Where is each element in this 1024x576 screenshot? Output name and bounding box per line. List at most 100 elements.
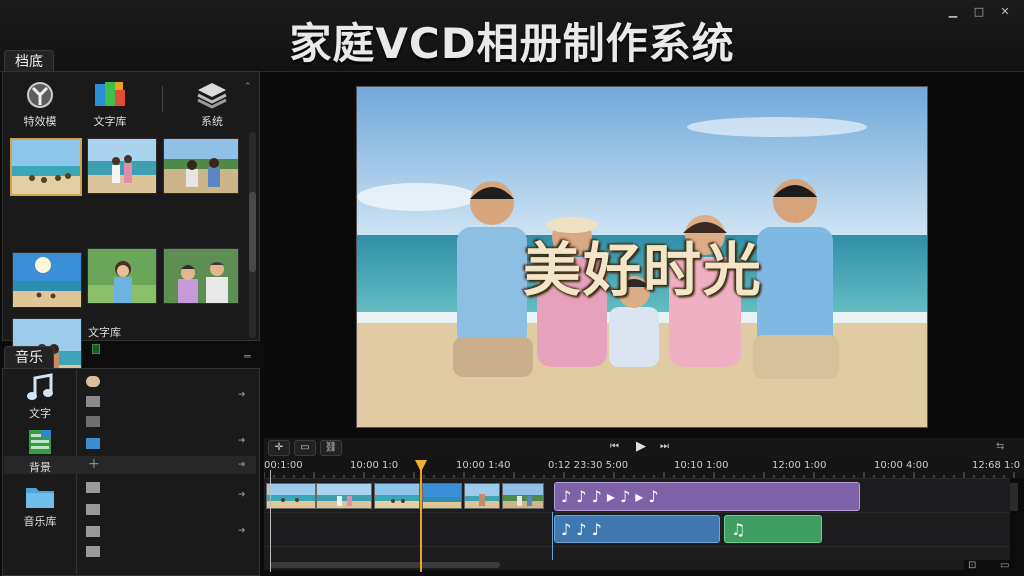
folder-icon [86,482,100,493]
music-library-folder-icon [26,488,54,508]
tool-effects-label: 特效模 [23,115,57,128]
split-clip-button[interactable]: ▭ [294,440,316,456]
video-track: ♪ ♪ ♪ ▸ ♪ ▸ ♪ [264,478,1018,512]
row-action-icon[interactable]: ➜ [238,490,248,500]
tab-gallery[interactable]: 档底 [4,50,54,72]
music-menu-icon[interactable]: ═ [244,350,251,363]
beach-photo-thumb [12,140,80,194]
empty-track [264,546,1010,560]
thumbnail[interactable] [12,252,82,308]
audio-track: ♪ ♪ ♪ ♫ [264,512,1010,546]
playhead-handle[interactable] [415,460,427,472]
play-button[interactable]: ▶ [636,439,646,454]
row-action-icon[interactable]: ➜ [238,460,248,470]
folder-icon [86,438,100,449]
clip-thumb [267,484,315,508]
music-note-icon [27,373,53,400]
film-icon [86,416,100,427]
system-layers-icon [197,83,227,109]
music-tool-library[interactable]: 音乐库 [8,482,72,529]
fit-view-icon[interactable]: ⊡ [968,560,976,571]
ruler-label: 12:00 1:00 [772,460,827,471]
fullscreen-icon[interactable]: ▭ [1000,560,1009,571]
video-clip[interactable] [422,483,462,509]
library-scrollbar-thumb[interactable] [249,192,256,272]
tool-divider [162,86,163,112]
ruler-label: 10:00 1:40 [456,460,511,471]
thumbnail[interactable] [163,138,239,194]
clip-thumb [375,484,419,508]
beach-family-thumb [88,139,156,193]
library-scrollbar[interactable] [249,132,256,338]
folder-icon [86,504,100,515]
clip-boundary-marker [552,512,553,560]
music-tool-background-label: 背景 [29,461,51,474]
folder-icon [86,526,100,537]
audio-clip-green[interactable]: ♫ [724,515,822,543]
clip-thumb [465,484,499,508]
photo-caption-text: 美好时光 [522,236,763,304]
ruler-label: 12:68 1:0 [972,460,1021,471]
previous-frame-button[interactable]: ⏮ [610,441,619,452]
thumbnail[interactable] [87,138,157,194]
tool-system-label: 系统 [201,115,223,128]
ruler-label: 10:00 4:00 [874,460,929,471]
row-action-icon[interactable]: ➜ [238,436,248,446]
track-scrollbar[interactable] [1010,483,1018,511]
thumbnail[interactable] [87,248,157,304]
video-clip[interactable] [266,483,316,509]
minimize-button[interactable]: ▁ [944,4,962,20]
effects-icon [27,82,53,108]
playhead-line[interactable] [420,460,422,572]
link-clip-button[interactable]: ⛓ [320,440,342,456]
background-icon [29,430,51,454]
thumbnail[interactable] [163,248,239,304]
add-clip-button[interactable]: ✛ [268,440,290,456]
clip-thumb [503,484,543,508]
video-clip[interactable] [374,483,420,509]
library-label: 文字库 [88,326,121,339]
preview-photo: 美好时光 [356,86,928,428]
tool-text-library-label: 文字库 [93,115,127,128]
tool-system[interactable]: 系统 [180,80,244,129]
close-button[interactable]: ✕ [996,4,1014,20]
woman-portrait-thumb [88,249,156,303]
ruler-label: 10:10 1:00 [674,460,729,471]
audio-clip-purple[interactable]: ♪ ♪ ♪ ▸ ♪ ▸ ♪ [554,482,860,511]
timeline-scrollbar-thumb[interactable] [270,562,500,568]
video-clip[interactable] [316,483,372,509]
timeline-start-marker [270,470,271,572]
library-status-icon [92,344,100,354]
video-clip[interactable] [464,483,500,509]
timeline-toolbar: ✛ ▭ ⛓ ⏮ ▶ ⏭ ⇆ [264,438,1024,458]
media-icon [86,396,100,407]
music-tool-text-label: 文字 [29,407,51,420]
video-clip[interactable] [502,483,544,509]
tool-text-library[interactable]: 文字库 [78,80,142,129]
add-icon[interactable]: + [88,456,100,472]
ruler-label: 0:12 23:30 5:00 [548,460,629,471]
couple-photo-thumb [164,139,238,193]
music-tool-background[interactable]: 背景 [8,428,72,475]
thumbnail[interactable] [10,138,82,196]
maximize-button[interactable]: □ [970,4,988,20]
chat-bubble-icon [86,376,100,387]
ruler-label: 10:00 1:0 [350,460,399,471]
music-tool-text[interactable]: 文字 [8,372,72,421]
left-panel: 档底 特效模 文字库 系统 ⌃ 文字库 音乐 ═ 文字 背景 音乐库 + ➜ ➜… [0,50,262,576]
row-action-icon[interactable]: ➜ [238,526,248,536]
sunny-beach-thumb [13,253,81,307]
elderly-couple-thumb [164,249,238,303]
tab-music[interactable]: 音乐 [4,346,54,368]
music-tool-library-label: 音乐库 [23,515,57,528]
panel-collapse-icon[interactable]: ⌃ [244,82,252,92]
audio-clip-blue[interactable]: ♪ ♪ ♪ [554,515,720,543]
clip-thumb [317,484,371,508]
row-action-icon[interactable]: ➜ [238,390,248,400]
tool-effects[interactable]: 特效模 [8,80,72,129]
timeline-scrollbar[interactable] [264,560,964,570]
next-frame-button[interactable]: ⏭ [660,441,669,452]
timeline-zoom-icon[interactable]: ⇆ [996,441,1004,452]
timeline-ruler: 00:1:00 10:00 1:0 10:00 1:40 0:12 23:30 … [264,458,1024,478]
folder-icon [86,546,100,557]
